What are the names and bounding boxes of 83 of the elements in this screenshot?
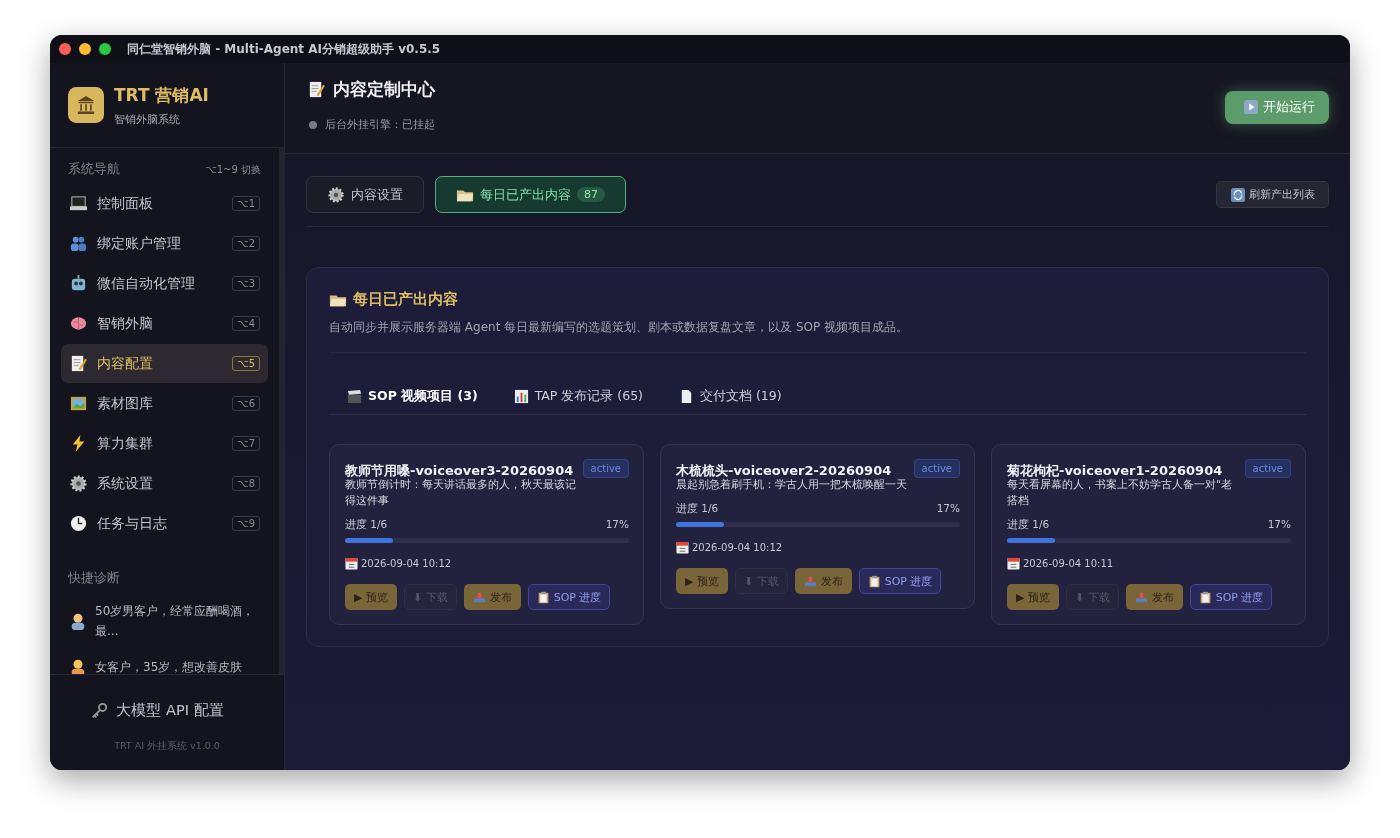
page-title: 内容定制中心 <box>333 78 435 101</box>
person-icon <box>69 612 87 630</box>
key-icon <box>90 701 109 720</box>
progress-label: 进度 1/6 <box>1007 518 1050 532</box>
brain-icon <box>69 314 88 333</box>
brand-subtitle: 智销外脑系统 <box>114 111 181 127</box>
nav-item[interactable]: 系统设置 ⌥8 <box>61 464 268 503</box>
panel-description: 自动同步并展示服务器端 Agent 每日最新编写的选题策划、剧本或数据复盘文章，以及 SOP 视频项目成品。 <box>329 319 1306 353</box>
status-badge: active <box>582 459 629 478</box>
clapperboard-icon <box>347 389 362 404</box>
card-description: 晨起别急着刷手机：学古人用一把木梳唤醒一天 <box>676 477 908 492</box>
api-config-link[interactable]: 大模型 API 配置 <box>90 701 224 720</box>
calendar-icon <box>345 557 358 570</box>
people-icon <box>69 234 88 253</box>
card-date: 2026-09-04 10:11 <box>1023 558 1114 569</box>
sop-button[interactable]: SOP 进度 <box>858 568 942 594</box>
status-dot <box>309 120 317 129</box>
clipboard-icon <box>1198 590 1212 604</box>
memo-icon <box>69 354 88 373</box>
card-title: 木梳梳头-voiceover2-20260904 <box>676 462 892 478</box>
section-heading: 系统导航 <box>68 161 120 178</box>
person-icon <box>69 658 87 674</box>
card-date: 2026-09-04 10:12 <box>361 558 452 569</box>
refresh-button[interactable]: 刷新产出列表 <box>1216 181 1329 208</box>
clipboard-icon <box>867 574 881 588</box>
progress-label: 进度 1/6 <box>676 502 719 516</box>
progress-label: 进度 1/6 <box>345 518 388 532</box>
shortcut-hint: ⌥1~9 切换 <box>205 162 261 177</box>
nav-item[interactable]: 微信自动化管理 ⌥3 <box>61 264 268 303</box>
nav-item[interactable]: 任务与日志 ⌥9 <box>61 504 268 543</box>
clock-icon <box>69 514 88 533</box>
inbox-tray-icon <box>472 590 486 604</box>
nav-item[interactable]: 控制面板 ⌥1 <box>61 184 268 223</box>
count-badge: 87 <box>577 187 605 202</box>
nav-item[interactable]: 内容配置 ⌥5 <box>61 344 268 383</box>
tab[interactable]: TAP 发布记录 (65) <box>513 379 661 414</box>
window-title: 同仁堂智销外脑 - Multi-Agent AI分销超级助手 v0.5.5 <box>127 40 441 58</box>
progress-percent: 17% <box>605 518 629 532</box>
card-description: 每天看屏幕的人，书案上不妨学古人备一对"老搭档 <box>1007 477 1233 508</box>
minimize-window-button[interactable] <box>79 43 91 55</box>
tab[interactable]: SOP 视频项目 (3) <box>347 379 496 414</box>
nav-item[interactable]: 算力集群 ⌥7 <box>61 424 268 463</box>
progress-percent: 17% <box>1267 518 1291 532</box>
temple-logo-icon <box>68 87 104 123</box>
nav-item[interactable]: 智销外脑 ⌥4 <box>61 304 268 343</box>
engine-status: 后台外挂引擎：已挂起 <box>325 117 435 132</box>
sop-button[interactable]: SOP 进度 <box>527 584 611 610</box>
zoom-window-button[interactable] <box>99 43 111 55</box>
document-icon <box>679 389 694 404</box>
close-window-button[interactable] <box>59 43 71 55</box>
nav-item[interactable]: 素材图库 ⌥6 <box>61 384 268 423</box>
card-title: 菊花枸杞-voiceover1-20260904 <box>1007 462 1223 478</box>
inbox-tray-icon <box>803 574 817 588</box>
tab[interactable]: 交付文档 (19) <box>679 379 800 414</box>
card-date: 2026-09-04 10:12 <box>692 542 783 553</box>
calendar-icon <box>676 541 689 554</box>
gear-icon <box>69 474 88 493</box>
inbox-tray-icon <box>1134 590 1148 604</box>
sop-button[interactable]: SOP 进度 <box>1189 584 1273 610</box>
diagnosis-item[interactable]: 女客户，35岁，想改善皮肤 <box>61 649 268 674</box>
memo-icon <box>307 80 326 99</box>
refresh-icon <box>1231 187 1245 202</box>
laptop-icon <box>69 194 88 213</box>
clipboard-icon <box>536 590 550 604</box>
progress-percent: 17% <box>936 502 960 516</box>
card-title: 教师节用嗓-voiceover3-20260904 <box>345 462 574 479</box>
tab[interactable]: 内容设置 <box>306 176 424 213</box>
calendar-icon <box>1007 557 1020 570</box>
bar-chart-icon <box>513 389 529 404</box>
gear-icon <box>327 185 345 204</box>
picture-icon <box>69 394 88 413</box>
status-badge: active <box>913 459 960 478</box>
nav-item[interactable]: 绑定账户管理 ⌥2 <box>61 224 268 263</box>
brand-name: TRT 营销AI <box>114 83 209 107</box>
section-heading: 快捷诊断 <box>67 569 121 587</box>
tab[interactable]: 每日已产出内容 87 <box>435 176 626 213</box>
play-icon <box>1244 100 1258 114</box>
status-badge: active <box>1244 459 1291 478</box>
panel-title: 每日已产出内容 <box>353 290 458 309</box>
version-text: TRT AI 外挂系统 v1.0.0 <box>114 740 220 753</box>
robot-icon <box>69 274 88 293</box>
card-description: 教师节倒计时：每天讲话最多的人，秋天最该记得这件事 <box>345 477 577 508</box>
diagnosis-item[interactable]: 50岁男客户，经常应酬喝酒，最... <box>61 593 268 649</box>
